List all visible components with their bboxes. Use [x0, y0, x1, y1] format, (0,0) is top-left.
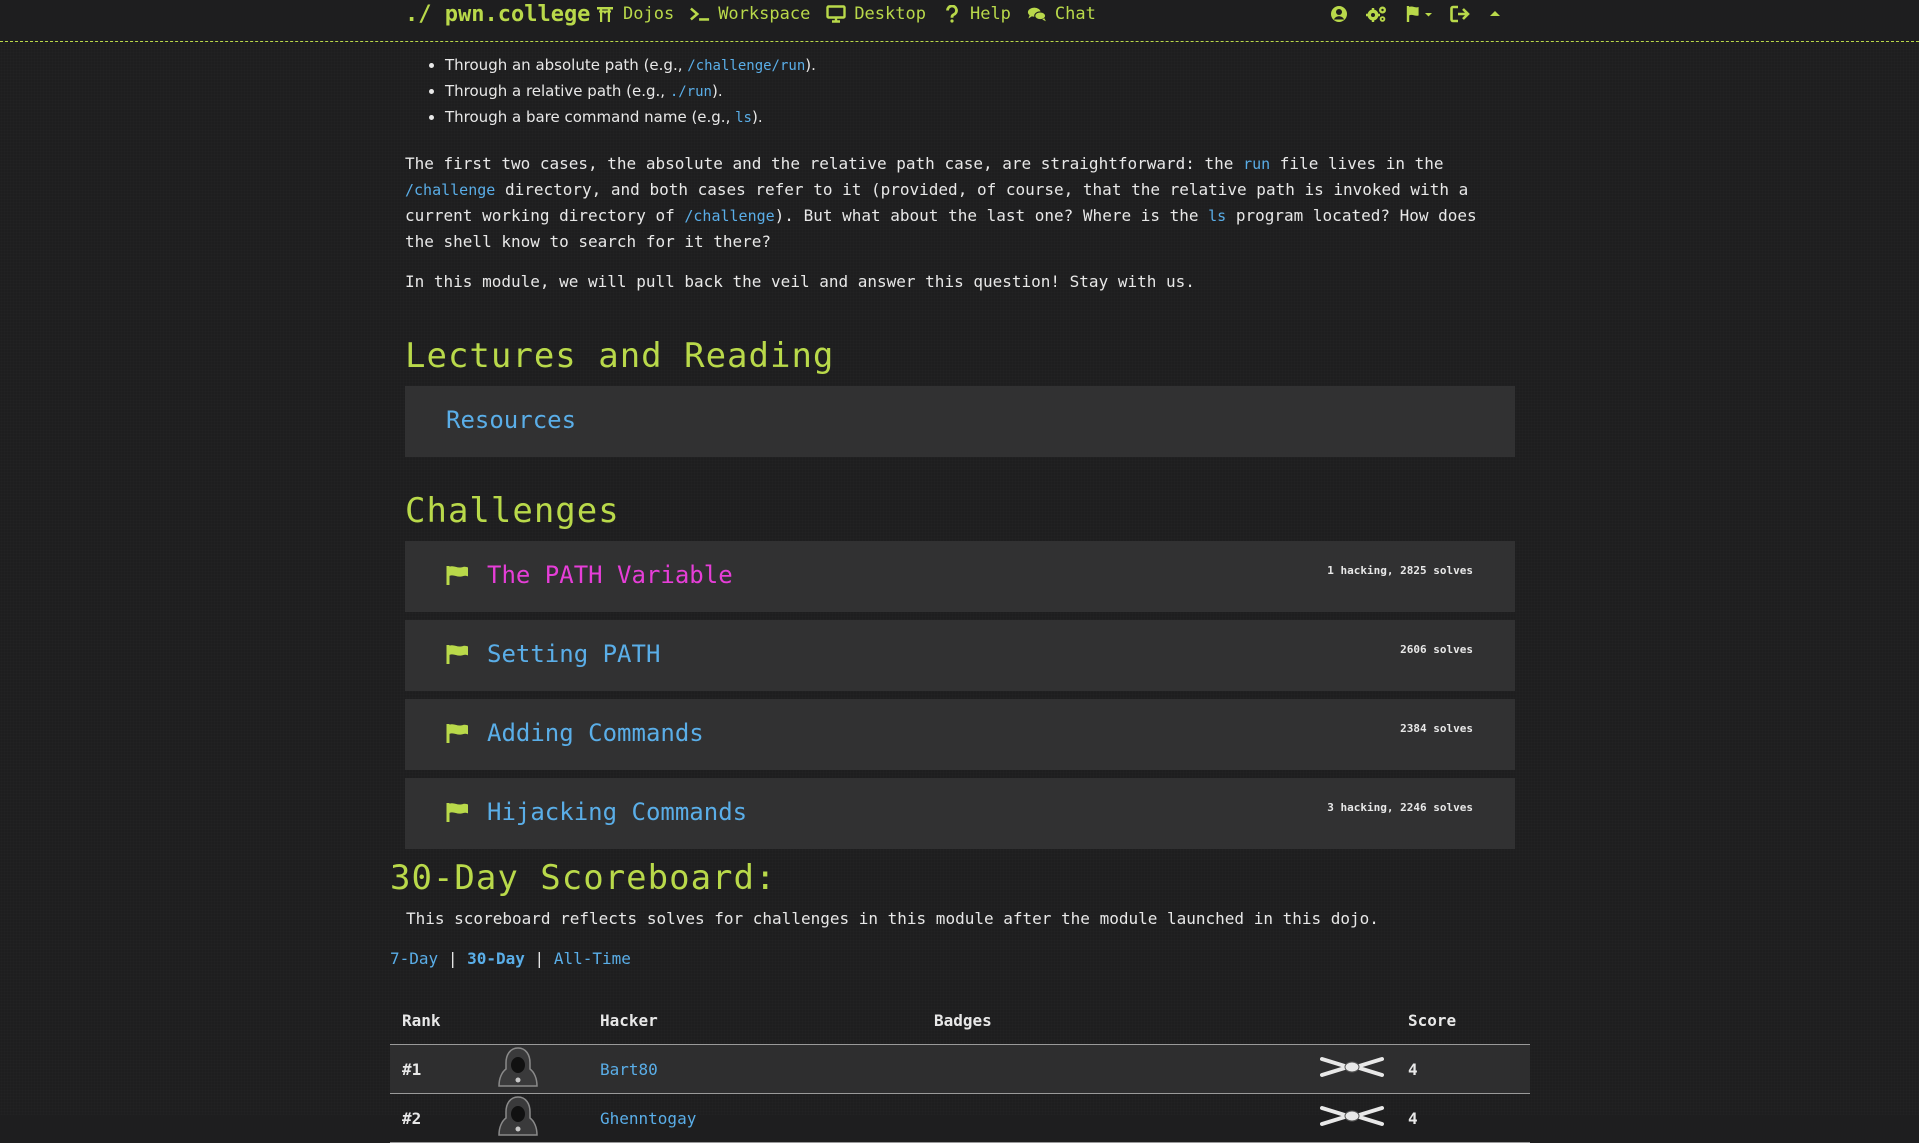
challenge-stats: 1 hacking, 2825 solves — [1327, 564, 1473, 577]
nav-help-label: Help — [969, 4, 1011, 24]
rank-cell: #2 — [390, 1093, 484, 1143]
hacker-avatar-icon — [496, 1096, 540, 1141]
brand-logo[interactable]: ./ pwn.college — [405, 1, 590, 29]
question-icon — [942, 4, 962, 24]
tab-7-day[interactable]: 7-Day — [390, 949, 438, 968]
nav-chat[interactable]: Chat — [1027, 3, 1096, 25]
col-rank: Rank — [390, 996, 484, 1045]
nav-links: Dojos Workspace Desktop Help Chat — [595, 3, 1096, 25]
challenge-stats: 3 hacking, 2246 solves — [1327, 801, 1473, 814]
comments-icon — [1027, 4, 1047, 24]
nav-desktop[interactable]: Desktop — [826, 3, 926, 25]
inline-code: run — [1243, 155, 1271, 173]
scoreboard-description: This scoreboard reflects solves for chal… — [406, 909, 1379, 928]
challenge-card[interactable]: Adding Commands 2384 solves — [405, 699, 1515, 770]
avatar-cell — [484, 1044, 588, 1094]
inline-code: ./run — [669, 84, 712, 100]
resources-card[interactable]: Resources — [405, 386, 1515, 457]
badges-cell — [922, 1093, 1396, 1143]
inline-code: /challenge — [684, 207, 775, 225]
challenge-name: Adding Commands — [487, 719, 704, 747]
challenge-stats: 2606 solves — [1400, 643, 1473, 656]
white-belt-icon — [1320, 1057, 1384, 1085]
avatar-cell — [484, 1093, 588, 1143]
challenge-title[interactable]: The PATH Variable — [446, 559, 733, 591]
torii-gate-icon — [595, 4, 615, 24]
hacker-avatar-icon — [496, 1047, 540, 1092]
inline-code: ls — [1208, 207, 1227, 225]
challenge-title[interactable]: Setting PATH — [446, 638, 660, 670]
terminal-icon — [690, 4, 710, 24]
tab-separator: | — [534, 949, 545, 968]
flag-icon — [446, 802, 470, 822]
hacker-link[interactable]: Bart80 — [600, 1060, 658, 1079]
badges-cell — [922, 1044, 1396, 1094]
nav-desktop-label: Desktop — [854, 4, 926, 24]
list-item: Through a bare command name (e.g., ls). — [445, 105, 1515, 131]
score-cell: 4 — [1396, 1093, 1530, 1143]
lectures-heading: Lectures and Reading — [405, 336, 835, 376]
flag-icon — [446, 723, 470, 743]
hacker-cell: Ghenntogay — [588, 1093, 922, 1143]
tab-30-day[interactable]: 30-Day — [467, 949, 525, 968]
scoreboard-section: 30-Day Scoreboard: This scoreboard refle… — [390, 856, 1530, 1143]
challenge-name: The PATH Variable — [487, 561, 733, 589]
list-item: Through a relative path (e.g., ./run). — [445, 79, 1515, 105]
challenge-card[interactable]: Setting PATH 2606 solves — [405, 620, 1515, 691]
user-circle-icon[interactable] — [1330, 3, 1348, 25]
nav-workspace[interactable]: Workspace — [690, 3, 810, 25]
col-hacker: Hacker — [588, 996, 922, 1045]
scoreboard-table: Rank Hacker Badges Score #1 Bart80 4 #2 … — [390, 996, 1530, 1143]
inline-code: ls — [735, 110, 752, 126]
tab-all-time[interactable]: All-Time — [554, 949, 631, 968]
hacker-link[interactable]: Ghenntogay — [600, 1109, 696, 1128]
hacker-cell: Bart80 — [588, 1044, 922, 1094]
resources-link[interactable]: Resources — [446, 404, 576, 436]
white-belt-icon — [1320, 1106, 1384, 1134]
table-row: #1 Bart80 4 — [390, 1044, 1530, 1094]
caret-up-icon[interactable] — [1488, 3, 1502, 25]
nav-workspace-label: Workspace — [718, 4, 811, 24]
path-types-list: Through an absolute path (e.g., /challen… — [405, 53, 1515, 131]
flag-icon — [446, 565, 470, 585]
nav-right-icons — [1330, 3, 1502, 25]
challenges-heading: Challenges — [405, 491, 620, 531]
nav-dojos-label: Dojos — [623, 4, 675, 24]
intro-paragraph: The first two cases, the absolute and th… — [405, 154, 1477, 251]
score-cell: 4 — [1396, 1044, 1530, 1094]
intro-paragraph-2: In this module, we will pull back the ve… — [405, 272, 1195, 291]
module-content: Through an absolute path (e.g., /challen… — [405, 41, 1515, 857]
challenge-card[interactable]: The PATH Variable 1 hacking, 2825 solves — [405, 541, 1515, 612]
list-item: Through an absolute path (e.g., /challen… — [445, 53, 1515, 79]
challenge-name: Setting PATH — [487, 640, 661, 668]
inline-code: /challenge/run — [687, 58, 806, 74]
flag-icon — [446, 644, 470, 664]
inline-code: /challenge — [405, 181, 496, 199]
nav-chat-label: Chat — [1054, 4, 1096, 24]
monitor-icon — [826, 4, 847, 24]
challenge-stats: 2384 solves — [1400, 722, 1473, 735]
challenges-list: The PATH Variable 1 hacking, 2825 solves… — [405, 541, 1515, 849]
table-header-row: Rank Hacker Badges Score — [390, 996, 1530, 1045]
logout-icon[interactable] — [1450, 3, 1470, 25]
flag-dropdown-icon[interactable] — [1406, 3, 1432, 25]
nav-dojos[interactable]: Dojos — [595, 3, 674, 25]
table-row: #2 Ghenntogay 4 — [390, 1093, 1530, 1143]
challenge-title[interactable]: Hijacking Commands — [446, 796, 747, 828]
rank-cell: #1 — [390, 1044, 484, 1094]
col-score: Score — [1396, 996, 1530, 1045]
scoreboard-heading: 30-Day Scoreboard: — [390, 858, 777, 898]
challenge-title[interactable]: Adding Commands — [446, 717, 704, 749]
challenge-name: Hijacking Commands — [487, 798, 748, 826]
top-navbar: ./ pwn.college Dojos Workspace Desktop H… — [0, 0, 1919, 42]
tab-separator: | — [447, 949, 458, 968]
settings-icon[interactable] — [1366, 3, 1388, 25]
col-badges: Badges — [922, 996, 1396, 1045]
nav-help[interactable]: Help — [942, 3, 1011, 25]
challenge-card[interactable]: Hijacking Commands 3 hacking, 2246 solve… — [405, 778, 1515, 849]
scoreboard-tabs: 7-Day | 30-Day | All-Time — [390, 948, 1530, 970]
col-avatar — [484, 996, 588, 1045]
